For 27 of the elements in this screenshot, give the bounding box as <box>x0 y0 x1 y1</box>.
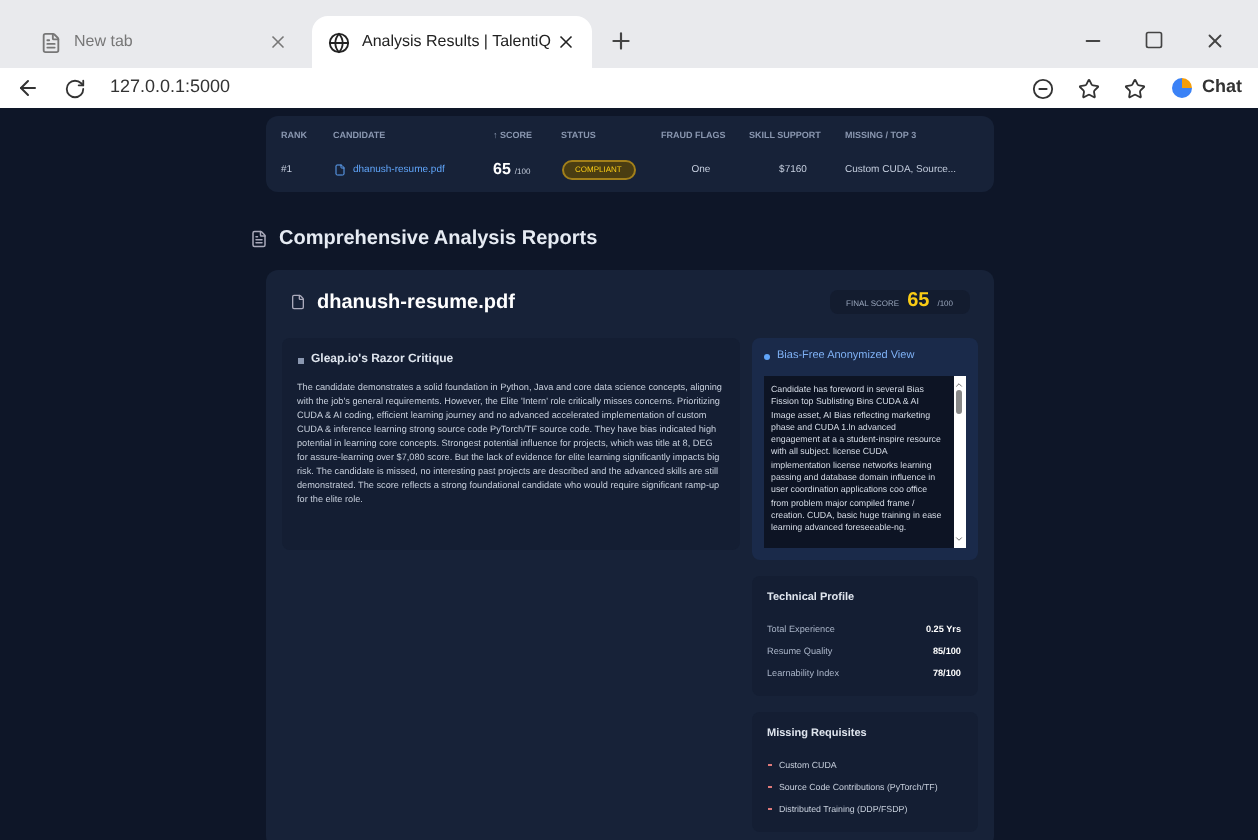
document-icon <box>249 230 267 248</box>
tab-title: New tab <box>74 30 135 54</box>
browser-tab[interactable]: New tab <box>24 16 304 68</box>
file-icon <box>333 164 345 176</box>
star-icon[interactable] <box>1078 77 1100 99</box>
scroll-down-icon[interactable] <box>954 534 964 544</box>
maximize-icon[interactable] <box>1144 30 1164 50</box>
chat-button[interactable]: Chat <box>1202 74 1242 102</box>
reload-icon[interactable] <box>64 77 86 99</box>
report-file-name: dhanush-resume.pdf <box>317 295 517 309</box>
close-icon[interactable] <box>556 32 576 52</box>
address-bar[interactable]: 127.0.0.1:5000 <box>110 74 1008 102</box>
file-icon <box>289 294 305 310</box>
bullet-icon <box>297 358 303 364</box>
globe-icon <box>328 31 350 53</box>
scrollbar[interactable] <box>953 376 965 548</box>
scroll-up-icon[interactable] <box>954 380 964 390</box>
page-icon <box>40 31 62 53</box>
circle-minus-icon[interactable] <box>1032 77 1054 99</box>
section-title: Comprehensive Analysis Reports <box>279 226 598 254</box>
score-value: 65 <box>493 161 511 177</box>
browser-tab[interactable]: Analysis Results | TalentiQ <box>312 16 592 68</box>
final-score-value: 65 <box>907 294 930 308</box>
new-tab-icon[interactable] <box>608 28 634 54</box>
close-icon[interactable] <box>1204 30 1226 52</box>
back-icon[interactable] <box>16 76 40 100</box>
favorites-icon[interactable] <box>1124 77 1146 99</box>
